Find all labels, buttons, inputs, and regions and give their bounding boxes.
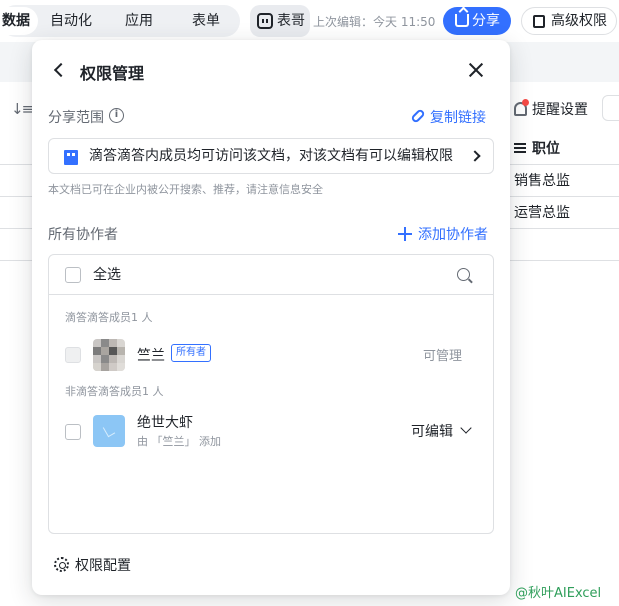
- collaborators-label: 所有协作者: [48, 227, 118, 243]
- collaborator-list: 全选 滴答滴答成员1 人 竺兰 所有者 可管理 非滴答滴答成员1 人 绝世大虾 …: [48, 254, 494, 534]
- top-toolbar: 数据 自动化 应用 表单 表哥 上次编辑：今天 11:50 分享 高级权限: [0, 0, 619, 42]
- link-icon: [410, 108, 426, 124]
- gear-icon: [54, 557, 69, 572]
- table-cell[interactable]: 销售总监: [514, 165, 570, 197]
- organization-icon: [64, 150, 78, 165]
- info-icon[interactable]: i: [109, 108, 124, 123]
- group-label: 非滴答滴答成员1 人: [65, 385, 164, 398]
- add-collaborator-button[interactable]: 添加协作者: [398, 224, 488, 244]
- share-label: 分享: [472, 13, 500, 29]
- dialog-title: 权限管理: [80, 64, 145, 83]
- tab-apps[interactable]: 应用: [125, 5, 153, 37]
- assistant-button[interactable]: 表哥: [250, 5, 310, 37]
- chevron-right-icon: [469, 150, 481, 162]
- assistant-label: 表哥: [277, 13, 305, 29]
- member-checkbox[interactable]: [65, 424, 81, 440]
- select-all-label: 全选: [93, 267, 121, 283]
- last-edit-time: 上次编辑：今天 11:50: [313, 15, 436, 29]
- share-scope-text: 滴答滴答内成员均可访问该文档，对该文档有可以编辑权限: [89, 148, 453, 164]
- tab-forms[interactable]: 表单: [192, 5, 220, 37]
- back-icon[interactable]: [53, 62, 69, 78]
- bell-icon: [514, 99, 529, 116]
- avatar: [93, 415, 125, 447]
- close-icon[interactable]: [467, 61, 485, 79]
- table-cell[interactable]: 运营总监: [514, 197, 570, 229]
- watermark: @秋叶AIExcel: [515, 586, 602, 601]
- share-icon: [455, 14, 469, 27]
- copy-link-label: 复制链接: [430, 110, 486, 126]
- column-header-position[interactable]: 职位: [514, 133, 560, 165]
- notification-dot: [522, 99, 529, 106]
- share-button[interactable]: 分享: [443, 7, 511, 35]
- remind-settings-button[interactable]: 提醒设置: [514, 99, 588, 119]
- member-name: 绝世大虾: [137, 415, 193, 431]
- share-scope-label: 分享范围: [48, 110, 104, 126]
- security-notice: 本文档已可在企业内被公开搜索、推荐，请注意信息安全: [48, 183, 323, 196]
- advanced-permission-label: 高级权限: [551, 13, 607, 29]
- owner-badge: 所有者: [171, 344, 211, 362]
- permission-dropdown[interactable]: 可编辑: [411, 421, 453, 441]
- avatar: [93, 339, 125, 371]
- member-checkbox: [65, 347, 81, 363]
- group-label: 滴答滴答成员1 人: [65, 311, 153, 324]
- permission-dialog: 权限管理 分享范围 i 复制链接 滴答滴答内成员均可访问该文档，对该文档有可以编…: [32, 40, 510, 595]
- more-icon[interactable]: [602, 95, 619, 121]
- select-all-checkbox[interactable]: [65, 267, 81, 283]
- permission-config-label: 权限配置: [75, 558, 131, 574]
- remind-label: 提醒设置: [532, 102, 588, 118]
- member-permission: 可管理: [423, 349, 463, 364]
- sort-icon[interactable]: ↓≡: [11, 100, 34, 118]
- lock-icon: [533, 15, 545, 28]
- tab-automation[interactable]: 自动化: [50, 5, 92, 37]
- chevron-down-icon[interactable]: [460, 422, 472, 434]
- text-field-icon: [514, 143, 526, 153]
- view-switcher: 数据 自动化 应用 表单: [0, 5, 240, 37]
- add-collaborator-label: 添加协作者: [418, 227, 488, 243]
- share-scope-selector[interactable]: 滴答滴答内成员均可访问该文档，对该文档有可以编辑权限: [48, 138, 494, 174]
- advanced-permission-button[interactable]: 高级权限: [521, 7, 617, 35]
- assistant-icon: [257, 13, 273, 29]
- list-header: 全选: [49, 255, 493, 295]
- column-header-label: 职位: [532, 141, 560, 157]
- copy-link-button[interactable]: 复制链接: [410, 107, 486, 127]
- search-icon[interactable]: [457, 268, 470, 281]
- plus-icon: [398, 227, 412, 241]
- added-by-text: 由 「竺兰」 添加: [137, 435, 221, 448]
- permission-config-button[interactable]: 权限配置: [54, 555, 131, 575]
- member-name: 竺兰: [137, 348, 165, 364]
- tab-data[interactable]: 数据: [0, 7, 38, 35]
